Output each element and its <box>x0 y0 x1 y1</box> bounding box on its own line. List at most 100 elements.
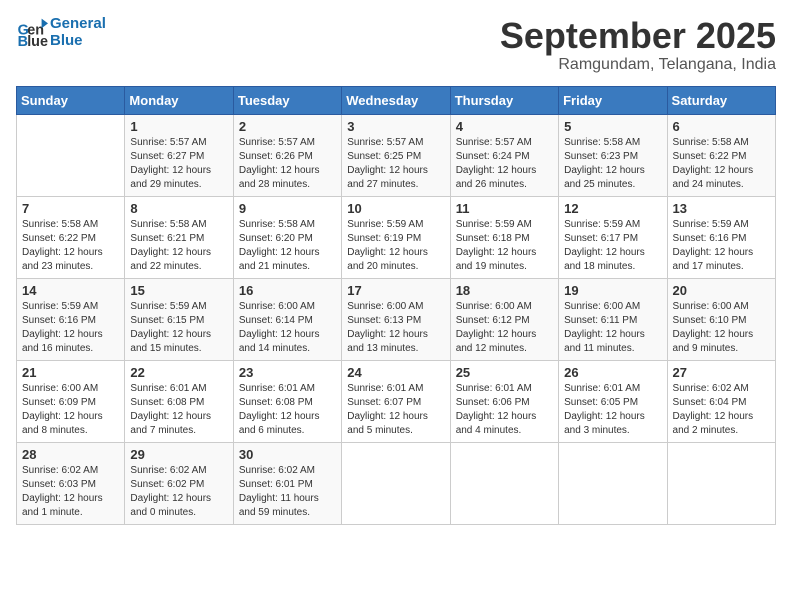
calendar-cell: 6 Sunrise: 5:58 AM Sunset: 6:22 PM Daylig… <box>667 114 775 196</box>
calendar-cell: 29 Sunrise: 6:02 AM Sunset: 6:02 PM Dayli… <box>125 442 233 524</box>
calendar-cell: 4 Sunrise: 5:57 AM Sunset: 6:24 PM Daylig… <box>450 114 558 196</box>
day-number: 29 <box>130 447 227 462</box>
month-title: September 2025 <box>500 16 776 56</box>
calendar-cell: 30 Sunrise: 6:02 AM Sunset: 6:01 PM Dayli… <box>233 442 341 524</box>
day-info: Sunrise: 6:00 AM Sunset: 6:10 PM Dayligh… <box>673 300 770 356</box>
calendar-cell <box>667 442 775 524</box>
day-number: 7 <box>22 201 119 216</box>
calendar-cell: 5 Sunrise: 5:58 AM Sunset: 6:23 PM Daylig… <box>559 114 667 196</box>
logo: G en B lue General Blue <box>16 16 106 49</box>
weekday-header-friday: Friday <box>559 86 667 114</box>
calendar-week-1: 1Sunrise: 5:57 AM Sunset: 6:27 PM Daylig… <box>17 114 776 196</box>
day-info: Sunrise: 5:59 AM Sunset: 6:17 PM Dayligh… <box>564 218 661 274</box>
day-info: Sunrise: 5:58 AM Sunset: 6:20 PM Dayligh… <box>239 218 336 274</box>
calendar-cell: 28 Sunrise: 6:02 AM Sunset: 6:03 PM Dayli… <box>17 442 125 524</box>
weekday-header-wednesday: Wednesday <box>342 86 450 114</box>
calendar-cell: 21Sunrise: 6:00 AM Sunset: 6:09 PM Dayli… <box>17 360 125 442</box>
day-number: 20 <box>673 283 770 298</box>
weekday-header-tuesday: Tuesday <box>233 86 341 114</box>
day-info: Sunrise: 6:02 AM Sunset: 6:03 PM Dayligh… <box>22 464 119 520</box>
calendar-cell: 17 Sunrise: 6:00 AM Sunset: 6:13 PM Dayli… <box>342 278 450 360</box>
day-number: 13 <box>673 201 770 216</box>
day-number: 26 <box>564 365 661 380</box>
calendar-cell: 19Sunrise: 6:00 AM Sunset: 6:11 PM Dayli… <box>559 278 667 360</box>
day-info: Sunrise: 6:00 AM Sunset: 6:11 PM Dayligh… <box>564 300 661 356</box>
calendar-cell: 15 Sunrise: 5:59 AM Sunset: 6:15 PM Dayli… <box>125 278 233 360</box>
day-info: Sunrise: 6:02 AM Sunset: 6:01 PM Dayligh… <box>239 464 336 520</box>
day-number: 3 <box>347 119 444 134</box>
day-number: 10 <box>347 201 444 216</box>
calendar-cell: 11Sunrise: 5:59 AM Sunset: 6:18 PM Dayli… <box>450 196 558 278</box>
day-number: 23 <box>239 365 336 380</box>
day-number: 28 <box>22 447 119 462</box>
day-info: Sunrise: 5:59 AM Sunset: 6:15 PM Dayligh… <box>130 300 227 356</box>
day-info: Sunrise: 6:00 AM Sunset: 6:14 PM Dayligh… <box>239 300 336 356</box>
calendar-cell: 14 Sunrise: 5:59 AM Sunset: 6:16 PM Dayli… <box>17 278 125 360</box>
day-number: 5 <box>564 119 661 134</box>
day-info: Sunrise: 5:59 AM Sunset: 6:16 PM Dayligh… <box>22 300 119 356</box>
day-number: 9 <box>239 201 336 216</box>
day-number: 25 <box>456 365 553 380</box>
calendar-header: SundayMondayTuesdayWednesdayThursdayFrid… <box>17 86 776 114</box>
day-number: 12 <box>564 201 661 216</box>
page-header: G en B lue General Blue September 2025 R… <box>16 16 776 74</box>
calendar-cell: 9 Sunrise: 5:58 AM Sunset: 6:20 PM Daylig… <box>233 196 341 278</box>
calendar-cell: 25 Sunrise: 6:01 AM Sunset: 6:06 PM Dayli… <box>450 360 558 442</box>
day-info: Sunrise: 6:01 AM Sunset: 6:07 PM Dayligh… <box>347 382 444 438</box>
day-info: Sunrise: 6:01 AM Sunset: 6:05 PM Dayligh… <box>564 382 661 438</box>
logo-icon: G en B lue <box>16 17 48 49</box>
calendar-cell: 3Sunrise: 5:57 AM Sunset: 6:25 PM Daylig… <box>342 114 450 196</box>
day-info: Sunrise: 6:01 AM Sunset: 6:08 PM Dayligh… <box>130 382 227 438</box>
weekday-header-monday: Monday <box>125 86 233 114</box>
day-number: 17 <box>347 283 444 298</box>
calendar-cell: 8 Sunrise: 5:58 AM Sunset: 6:21 PM Daylig… <box>125 196 233 278</box>
day-number: 4 <box>456 119 553 134</box>
calendar-table: SundayMondayTuesdayWednesdayThursdayFrid… <box>16 86 776 525</box>
day-info: Sunrise: 6:01 AM Sunset: 6:06 PM Dayligh… <box>456 382 553 438</box>
day-info: Sunrise: 6:02 AM Sunset: 6:02 PM Dayligh… <box>130 464 227 520</box>
weekday-header-sunday: Sunday <box>17 86 125 114</box>
day-number: 14 <box>22 283 119 298</box>
day-number: 22 <box>130 365 227 380</box>
day-info: Sunrise: 6:02 AM Sunset: 6:04 PM Dayligh… <box>673 382 770 438</box>
day-number: 8 <box>130 201 227 216</box>
calendar-cell: 7 Sunrise: 5:58 AM Sunset: 6:22 PM Daylig… <box>17 196 125 278</box>
day-info: Sunrise: 5:58 AM Sunset: 6:21 PM Dayligh… <box>130 218 227 274</box>
calendar-cell: 20 Sunrise: 6:00 AM Sunset: 6:10 PM Dayli… <box>667 278 775 360</box>
day-info: Sunrise: 5:57 AM Sunset: 6:24 PM Dayligh… <box>456 136 553 192</box>
calendar-cell: 10 Sunrise: 5:59 AM Sunset: 6:19 PM Dayli… <box>342 196 450 278</box>
calendar-cell <box>450 442 558 524</box>
calendar-cell: 26 Sunrise: 6:01 AM Sunset: 6:05 PM Dayli… <box>559 360 667 442</box>
calendar-cell: 22 Sunrise: 6:01 AM Sunset: 6:08 PM Dayli… <box>125 360 233 442</box>
day-info: Sunrise: 5:58 AM Sunset: 6:23 PM Dayligh… <box>564 136 661 192</box>
calendar-cell: 16 Sunrise: 6:00 AM Sunset: 6:14 PM Dayli… <box>233 278 341 360</box>
day-number: 18 <box>456 283 553 298</box>
day-info: Sunrise: 5:57 AM Sunset: 6:27 PM Dayligh… <box>130 136 227 192</box>
day-info: Sunrise: 6:00 AM Sunset: 6:12 PM Dayligh… <box>456 300 553 356</box>
day-info: Sunrise: 5:59 AM Sunset: 6:19 PM Dayligh… <box>347 218 444 274</box>
day-number: 16 <box>239 283 336 298</box>
title-block: September 2025 Ramgundam, Telangana, Ind… <box>500 16 776 74</box>
weekday-header-thursday: Thursday <box>450 86 558 114</box>
calendar-cell: 2Sunrise: 5:57 AM Sunset: 6:26 PM Daylig… <box>233 114 341 196</box>
day-info: Sunrise: 5:58 AM Sunset: 6:22 PM Dayligh… <box>673 136 770 192</box>
day-info: Sunrise: 5:59 AM Sunset: 6:18 PM Dayligh… <box>456 218 553 274</box>
calendar-week-2: 7 Sunrise: 5:58 AM Sunset: 6:22 PM Daylig… <box>17 196 776 278</box>
calendar-cell: 13Sunrise: 5:59 AM Sunset: 6:16 PM Dayli… <box>667 196 775 278</box>
calendar-cell: 27 Sunrise: 6:02 AM Sunset: 6:04 PM Dayli… <box>667 360 775 442</box>
day-info: Sunrise: 6:01 AM Sunset: 6:08 PM Dayligh… <box>239 382 336 438</box>
calendar-week-4: 21Sunrise: 6:00 AM Sunset: 6:09 PM Dayli… <box>17 360 776 442</box>
day-number: 27 <box>673 365 770 380</box>
calendar-cell <box>342 442 450 524</box>
calendar-cell: 18 Sunrise: 6:00 AM Sunset: 6:12 PM Dayli… <box>450 278 558 360</box>
calendar-cell: 1Sunrise: 5:57 AM Sunset: 6:27 PM Daylig… <box>125 114 233 196</box>
day-number: 30 <box>239 447 336 462</box>
day-number: 15 <box>130 283 227 298</box>
calendar-cell: 23 Sunrise: 6:01 AM Sunset: 6:08 PM Dayli… <box>233 360 341 442</box>
day-info: Sunrise: 5:58 AM Sunset: 6:22 PM Dayligh… <box>22 218 119 274</box>
location-subtitle: Ramgundam, Telangana, India <box>500 56 776 74</box>
day-number: 6 <box>673 119 770 134</box>
day-number: 21 <box>22 365 119 380</box>
day-info: Sunrise: 6:00 AM Sunset: 6:13 PM Dayligh… <box>347 300 444 356</box>
day-number: 24 <box>347 365 444 380</box>
